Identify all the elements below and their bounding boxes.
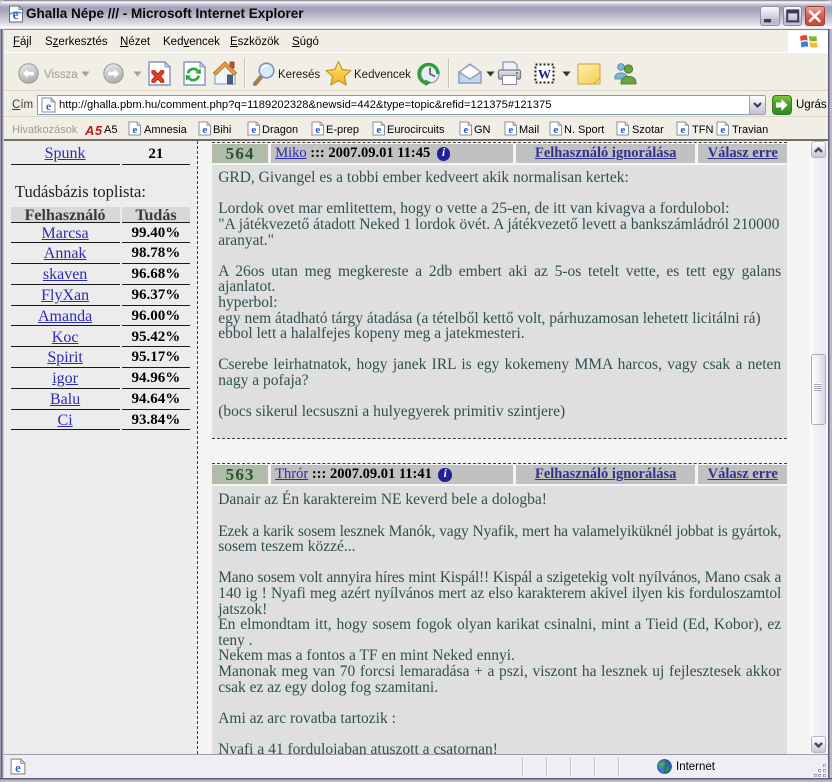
svg-text:W: W [538,67,551,82]
svg-text:e: e [13,7,19,22]
svg-text:e: e [46,99,52,113]
svg-text:e: e [15,761,21,775]
